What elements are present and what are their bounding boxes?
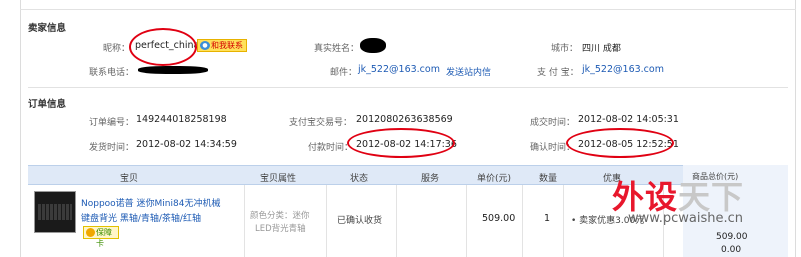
section-divider: [28, 87, 788, 88]
col-header-qty: 数量: [539, 174, 558, 184]
guarantee-badge[interactable]: 保障卡: [83, 226, 119, 248]
watermark-url: www.pcwaishe.cn: [628, 211, 743, 226]
red-circle-annotation: [129, 28, 197, 66]
seller-section-title: 卖家信息: [28, 23, 67, 34]
col-header-price: 单价(元): [477, 174, 512, 184]
total-price: 509.00: [716, 232, 748, 242]
total-extra: 0.00: [721, 245, 742, 255]
unit-price: 509.00: [482, 213, 516, 224]
col-header-service: 服务: [421, 174, 440, 184]
red-circle-annotation: [347, 128, 455, 158]
city-label: 城市：: [551, 44, 579, 54]
product-title-line2[interactable]: 键盘背光 黑轴/青轴/茶轴/红轴: [81, 211, 201, 224]
product-title-line1[interactable]: Noppoo诺普 迷你Mini84无冲机械: [81, 196, 220, 209]
red-circle-annotation: [566, 128, 674, 158]
alipay-label: 支 付 宝：: [537, 68, 579, 78]
deal-time-label: 成交时间：: [530, 118, 576, 128]
ship-time-label: 发货时间：: [89, 143, 135, 153]
city-value: 四川 成都: [582, 44, 621, 54]
email-label: 邮件：: [330, 68, 358, 78]
order-status: 已确认收货: [337, 216, 383, 226]
realname-redaction: [360, 38, 386, 53]
col-divider: [326, 185, 327, 257]
email-link[interactable]: jk_522@163.com: [358, 64, 440, 75]
col-divider: [563, 185, 564, 257]
contact-me-button[interactable]: ● 和我联系: [197, 39, 247, 52]
deal-time-value: 2012-08-02 14:05:31: [578, 114, 679, 125]
realname-label: 真实姓名：: [314, 44, 360, 54]
alipay-trade-label: 支付宝交易号：: [289, 118, 353, 128]
phone-redaction: [138, 66, 208, 74]
guarantee-icon: [86, 228, 95, 237]
send-message-link[interactable]: 发送站内信: [446, 65, 491, 78]
col-divider: [466, 185, 467, 257]
col-header-item: 宝贝: [120, 174, 139, 184]
col-header-attr: 宝贝属性: [260, 174, 297, 184]
alipay-trade-value: 2012080263638569: [356, 114, 453, 125]
quantity: 1: [544, 213, 551, 224]
keyboard-image: [38, 204, 72, 220]
col-divider: [396, 185, 397, 257]
nickname-label: 昵称：: [103, 44, 131, 54]
product-attr-line1: 颜色分类：迷你: [250, 211, 310, 221]
product-thumbnail[interactable]: [34, 191, 76, 233]
order-no-value: 149244018258198: [136, 114, 227, 125]
order-section-title: 订单信息: [28, 99, 67, 110]
col-header-status: 状态: [350, 174, 369, 184]
alipay-link[interactable]: jk_522@163.com: [582, 64, 664, 75]
ship-time-value: 2012-08-02 14:34:59: [136, 139, 237, 150]
col-divider: [522, 185, 523, 257]
top-divider: [20, 9, 796, 10]
phone-label: 联系电话：: [89, 68, 135, 78]
contact-me-label: 和我联系: [211, 41, 243, 50]
order-no-label: 订单编号：: [89, 118, 135, 128]
product-attr-line2: LED背光青轴: [255, 224, 306, 234]
col-divider: [244, 185, 245, 257]
chat-bubble-icon: ●: [200, 41, 210, 50]
